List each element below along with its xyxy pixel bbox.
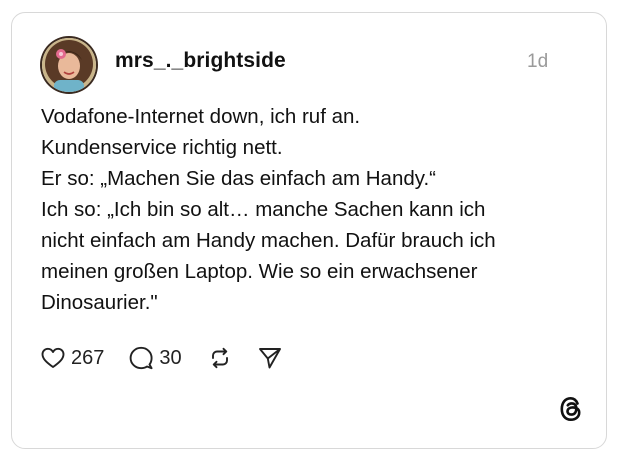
post-timestamp: 1d	[527, 51, 549, 72]
post-text-line: Er so: „Machen Sie das einfach am Handy.…	[41, 167, 436, 190]
post-text-line: meinen großen Laptop. Wie so ein erwachs…	[41, 260, 478, 283]
avatar-image	[42, 38, 96, 92]
heart-icon	[40, 345, 66, 371]
reply-button[interactable]: 30	[128, 345, 182, 371]
send-icon	[257, 345, 283, 371]
post-actions: 267 30	[40, 342, 283, 374]
share-button[interactable]	[257, 345, 283, 371]
threads-logo-icon	[558, 395, 584, 423]
comment-bubble-icon	[128, 345, 154, 371]
repost-icon	[207, 345, 233, 371]
post-text: Vodafone-Internet down, ich ruf an. Kund…	[41, 101, 581, 318]
post-text-line: Ich so: „Ich bin so alt… manche Sachen k…	[41, 198, 486, 221]
reply-count: 30	[159, 346, 182, 369]
username[interactable]: mrs_._brightside	[115, 49, 286, 73]
avatar[interactable]	[42, 38, 96, 92]
repost-button[interactable]	[207, 345, 233, 371]
post-text-line: nicht einfach am Handy machen. Dafür bra…	[41, 229, 496, 252]
post-text-line: Dinosaurier."	[41, 291, 158, 314]
like-count: 267	[71, 346, 105, 369]
post-text-line: Kundenservice richtig nett.	[41, 136, 283, 159]
like-button[interactable]: 267	[40, 345, 104, 371]
post-text-line: Vodafone-Internet down, ich ruf an.	[41, 105, 361, 128]
